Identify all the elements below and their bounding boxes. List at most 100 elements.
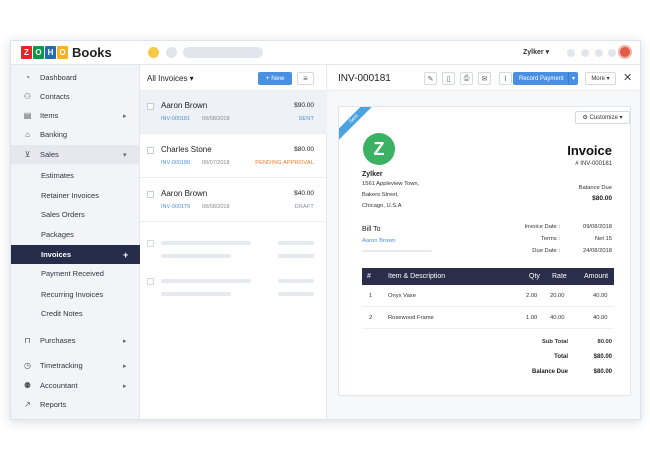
- more-button[interactable]: More ▾: [585, 72, 616, 85]
- customize-button[interactable]: ⚙ Customize ▾: [575, 111, 630, 124]
- search-bar-placeholder[interactable]: [183, 47, 263, 58]
- company-name: Zylker: [362, 171, 383, 178]
- sidebar-item-reports[interactable]: ↗ Reports: [11, 395, 140, 414]
- sidebar-item-dashboard[interactable]: ◔ Dashboard: [11, 68, 140, 87]
- new-invoice-button[interactable]: + New: [258, 72, 292, 85]
- pdf-icon[interactable]: ▯: [442, 72, 455, 85]
- invoice-date: 09/08/2018: [202, 116, 230, 122]
- chevron-right-icon: ▸: [123, 362, 127, 370]
- edit-pencil-icon[interactable]: ✎: [424, 72, 437, 85]
- sidebar-item-estimates[interactable]: Estimates: [11, 166, 140, 185]
- zoho-books-logo[interactable]: Z O H O Books: [21, 45, 112, 60]
- settings-icon[interactable]: [581, 49, 589, 57]
- row-qty: 2.00: [526, 293, 538, 299]
- row-qty: 1.00: [526, 315, 538, 321]
- sidebar-item-sales-orders[interactable]: Sales Orders: [11, 205, 140, 224]
- email-icon[interactable]: ✉: [478, 72, 491, 85]
- sidebar-item-banking[interactable]: ⌂ Banking: [11, 125, 140, 144]
- invoice-number: INV-000180: [161, 160, 191, 166]
- row-checkbox[interactable]: [147, 103, 154, 110]
- plus-icon[interactable]: +: [123, 250, 128, 260]
- total-value: $80.00: [593, 354, 612, 360]
- sidebar-item-label: Banking: [40, 130, 68, 139]
- status-badge: PENDING APPROVAL: [255, 160, 314, 166]
- list-filter-dropdown[interactable]: All Invoices ▾: [147, 74, 194, 83]
- sidebar-item-label: Items: [40, 111, 59, 120]
- items-table-header: # Item & Description Qty Rate Amount: [362, 268, 614, 285]
- invoice-row[interactable]: Aaron Brown $90.00 INV-000181 09/08/2018…: [140, 91, 327, 134]
- list-header: All Invoices ▾ + New ≡: [140, 65, 327, 91]
- skeleton-line: [161, 254, 231, 258]
- table-row: 1 Onyx Vase 2.00 20.00 40.00: [362, 285, 614, 307]
- sidebar-item-invoices[interactable]: Invoices +: [11, 245, 140, 264]
- due-date-label: Due Date :: [532, 248, 560, 254]
- help-icon[interactable]: [595, 49, 603, 57]
- invoice-preview: Sent ⚙ Customize ▾ Z Zylker 1561 Applevi…: [338, 106, 631, 396]
- skeleton-line: [161, 292, 231, 296]
- org-switcher[interactable]: Zylker ▾: [523, 48, 549, 56]
- sidebar-item-purchases[interactable]: ⊓ Purchases ▸: [11, 331, 140, 350]
- row-checkbox[interactable]: [147, 191, 154, 198]
- sidebar-item-label: Payment Received: [41, 269, 104, 278]
- notification-icon[interactable]: [567, 49, 575, 57]
- sidebar-item-credit-notes[interactable]: Credit Notes: [11, 304, 140, 323]
- sidebar-item-recurring-invoices[interactable]: Recurring Invoices: [11, 285, 140, 304]
- invoice-list-pane: All Invoices ▾ + New ≡ Aaron Brown $90.0…: [140, 65, 327, 419]
- invoice-date-label: Invoice Date :: [524, 224, 560, 230]
- sidebar-item-label: Packages: [41, 230, 74, 239]
- skeleton-line: [161, 241, 251, 245]
- sidebar-item-label: Sales: [40, 150, 59, 159]
- record-payment-button[interactable]: Record Payment ▾: [513, 72, 578, 85]
- chevron-right-icon: ▸: [123, 337, 127, 345]
- invoice-row[interactable]: Aaron Brown $40.00 INV-000179 09/08/2018…: [140, 179, 327, 222]
- close-icon[interactable]: ✕: [623, 71, 632, 84]
- sidebar-item-packages[interactable]: Packages: [11, 225, 140, 244]
- sidebar-item-items[interactable]: ▤ Items ▸: [11, 106, 140, 125]
- sidebar-item-label: Dashboard: [40, 73, 77, 82]
- document-title: Invoice: [567, 143, 612, 158]
- sidebar-item-payment-received[interactable]: Payment Received: [11, 264, 140, 283]
- sidebar-item-label: Credit Notes: [41, 309, 83, 318]
- table-row: 2 Rosewood Frame 1.00 40.00 40.00: [362, 307, 614, 329]
- user-avatar[interactable]: [618, 45, 632, 59]
- sidebar-item-accountant[interactable]: ⚉ Accountant ▸: [11, 376, 140, 395]
- terms-value: Net 15: [594, 236, 612, 242]
- placeholder-dot-icon: [166, 47, 177, 58]
- balance-due-label: Balance Due: [578, 185, 612, 191]
- apps-icon[interactable]: [608, 49, 616, 57]
- sidebar-item-retainer-invoices[interactable]: Retainer Invoices: [11, 186, 140, 205]
- row-item: Onyx Vase: [388, 293, 416, 299]
- bill-to-customer-link[interactable]: Aaron Brown: [362, 238, 396, 244]
- chevron-down-icon: ▾: [123, 151, 127, 159]
- col-header-amount: Amount: [584, 273, 609, 280]
- detail-header: INV-000181 ✎ ▯ ⎙ ✉ ⌇ Record Payment ▾ Mo…: [327, 65, 640, 91]
- product-name: Books: [72, 45, 112, 60]
- items-icon: ▤: [23, 111, 32, 120]
- accountant-icon: ⚉: [23, 381, 32, 390]
- logo-letter: Z: [21, 46, 32, 59]
- invoice-amount: $80.00: [294, 146, 314, 153]
- logo-letter: O: [57, 46, 68, 59]
- timer-icon: ◷: [24, 361, 31, 370]
- col-header-qty: Qty: [529, 273, 540, 280]
- list-menu-button[interactable]: ≡: [297, 72, 314, 85]
- sidebar-item-label: Accountant: [40, 381, 78, 390]
- invoice-amount: $40.00: [294, 190, 314, 197]
- company-address-line: Chicago, U.S.A: [362, 203, 402, 209]
- banking-icon: ⌂: [25, 130, 30, 139]
- row-rate: 20.00: [550, 293, 565, 299]
- chevron-down-icon[interactable]: ▾: [568, 72, 578, 85]
- sidebar-item-label: Invoices: [41, 250, 72, 259]
- terms-label: Terms :: [540, 236, 560, 242]
- sidebar-item-sales[interactable]: ⊻ Sales ▾: [11, 145, 140, 164]
- print-icon[interactable]: ⎙: [460, 72, 473, 85]
- skeleton-line: [278, 254, 314, 258]
- sidebar-item-timetracking[interactable]: ◷ Timetracking ▸: [11, 356, 140, 375]
- skeleton-line: [278, 292, 314, 296]
- row-checkbox[interactable]: [147, 147, 154, 154]
- invoice-row[interactable]: Charles Stone $80.00 INV-000180 09/07/20…: [140, 135, 327, 178]
- sidebar-item-contacts[interactable]: ⚇ Contacts: [11, 87, 140, 106]
- invoice-amount: $90.00: [294, 102, 314, 109]
- attachment-icon[interactable]: ⌇: [499, 72, 512, 85]
- row-rate: 40.00: [550, 315, 565, 321]
